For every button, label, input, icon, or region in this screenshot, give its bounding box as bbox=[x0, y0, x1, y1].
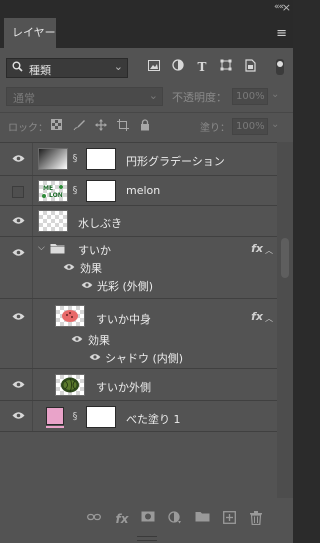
eye-icon[interactable] bbox=[12, 312, 25, 321]
layers-list: § 円形グラデーション ME LON § melon 水しぶき ⌵ すいか fx … bbox=[0, 142, 293, 498]
adjustment-filter-icon[interactable] bbox=[170, 59, 186, 75]
new-adjustment-layer-icon[interactable] bbox=[167, 511, 183, 527]
type-filter-icon[interactable]: T bbox=[194, 59, 210, 75]
layer-filter-row: 種類 ⌄ T bbox=[0, 56, 293, 82]
eye-icon[interactable] bbox=[12, 248, 25, 257]
new-layer-icon[interactable] bbox=[221, 511, 237, 527]
lock-image-pixels-icon[interactable] bbox=[72, 119, 85, 133]
opacity-label: 不透明度： bbox=[172, 91, 227, 104]
blend-mode-select[interactable]: 通常 ⌄ bbox=[6, 87, 163, 106]
layer-name: 円形グラデーション bbox=[126, 155, 225, 168]
effects-label: 効果 bbox=[88, 334, 110, 347]
layer-row[interactable]: すいか中身 fx ︿ 効果 シャドウ (内側) bbox=[0, 298, 277, 368]
folder-icon bbox=[50, 244, 65, 254]
panel-title-bar: «« × bbox=[0, 0, 293, 18]
layer-mask-thumbnail[interactable] bbox=[86, 148, 116, 170]
chevron-down-icon: ⌄ bbox=[113, 60, 123, 73]
opacity-input[interactable]: 100% bbox=[232, 88, 268, 105]
chevron-down-icon[interactable]: ⌄ bbox=[271, 89, 279, 100]
add-mask-icon[interactable] bbox=[140, 511, 156, 527]
lock-all-icon[interactable] bbox=[138, 119, 151, 133]
chevron-up-icon[interactable]: ︿ bbox=[265, 245, 273, 256]
search-icon bbox=[12, 61, 23, 75]
smart-object-filter-icon[interactable] bbox=[242, 59, 258, 75]
fill-color-swatch[interactable] bbox=[46, 407, 64, 425]
link-layers-icon[interactable] bbox=[86, 511, 102, 527]
layer-group-row[interactable]: ⌵ すいか fx ︿ 効果 光彩 (外側) bbox=[0, 236, 277, 298]
add-layer-style-icon[interactable]: fx bbox=[114, 511, 130, 527]
eye-icon[interactable] bbox=[12, 216, 25, 225]
lock-position-icon[interactable] bbox=[94, 119, 107, 133]
eye-icon[interactable] bbox=[63, 263, 75, 271]
chevron-up-icon[interactable]: ︿ bbox=[265, 313, 273, 324]
divider bbox=[0, 112, 293, 113]
eye-icon[interactable] bbox=[12, 154, 25, 163]
eye-icon[interactable] bbox=[12, 411, 25, 420]
eye-icon[interactable] bbox=[81, 281, 93, 289]
link-icon[interactable]: § bbox=[71, 411, 79, 422]
gradient-thumbnail[interactable] bbox=[38, 148, 68, 170]
effect-name: 光彩 (外側) bbox=[97, 280, 154, 293]
lock-label: ロック： bbox=[8, 123, 48, 134]
tab-layers[interactable]: レイヤー bbox=[4, 18, 56, 48]
eye-icon[interactable] bbox=[89, 353, 101, 361]
chevron-down-icon[interactable]: ⌵ bbox=[38, 243, 45, 253]
pattern-thumbnail[interactable]: ME LON bbox=[38, 180, 68, 202]
effects-label: 効果 bbox=[80, 262, 102, 275]
layer-name: 水しぶき bbox=[78, 217, 122, 230]
new-group-icon[interactable] bbox=[194, 511, 210, 527]
layer-thumbnail[interactable] bbox=[38, 210, 68, 232]
layer-name: すいか外側 bbox=[96, 381, 151, 394]
scrollbar[interactable] bbox=[277, 142, 293, 498]
lock-row: ロック： 塗り： 100% ⌄ bbox=[0, 116, 293, 138]
fx-icon[interactable]: fx bbox=[251, 242, 263, 255]
resize-grip[interactable] bbox=[137, 536, 157, 541]
layer-row[interactable]: § べた塗り 1 bbox=[0, 400, 277, 432]
layer-mask-thumbnail[interactable] bbox=[86, 406, 116, 428]
visibility-toggle-off[interactable] bbox=[12, 185, 24, 198]
fx-icon[interactable]: fx bbox=[251, 310, 263, 323]
filter-toggle-switch[interactable] bbox=[276, 59, 284, 75]
layer-name: すいか中身 bbox=[96, 313, 151, 326]
filter-kind-select[interactable]: 種類 ⌄ bbox=[6, 58, 128, 78]
effect-name: シャドウ (内側) bbox=[105, 352, 184, 365]
panel-menu-icon[interactable]: ≡ bbox=[276, 26, 287, 41]
scrollbar-thumb[interactable] bbox=[281, 238, 289, 278]
eye-icon[interactable] bbox=[12, 380, 25, 389]
chevron-down-icon: ⌄ bbox=[148, 89, 158, 102]
layer-name: すいか bbox=[78, 244, 111, 257]
layers-bottom-toolbar: fx bbox=[0, 506, 293, 532]
eye-icon[interactable] bbox=[71, 335, 83, 343]
link-icon[interactable]: § bbox=[71, 153, 79, 164]
layer-row[interactable]: § 円形グラデーション bbox=[0, 142, 277, 175]
filter-kind-label: 種類 bbox=[29, 64, 51, 77]
svg-text:ME: ME bbox=[43, 185, 53, 192]
lock-transparent-pixels-icon[interactable] bbox=[50, 119, 63, 133]
blend-row: 通常 ⌄ 不透明度： 100% ⌄ bbox=[0, 86, 293, 110]
layer-name: melon bbox=[126, 184, 161, 197]
layer-thumbnail[interactable] bbox=[55, 374, 85, 396]
fill-color-underline bbox=[46, 426, 64, 428]
layer-name: べた塗り 1 bbox=[126, 413, 181, 426]
layer-row[interactable]: ME LON § melon bbox=[0, 175, 277, 205]
chevron-down-icon[interactable]: ⌄ bbox=[271, 119, 279, 130]
layer-mask-thumbnail[interactable] bbox=[86, 180, 116, 202]
image-filter-icon[interactable] bbox=[146, 59, 162, 75]
link-icon[interactable]: § bbox=[71, 185, 79, 196]
tab-bar: レイヤー ≡ bbox=[0, 18, 293, 49]
blend-mode-label: 通常 bbox=[13, 92, 35, 105]
delete-layer-icon[interactable] bbox=[248, 511, 264, 527]
close-panel-button[interactable]: × bbox=[282, 1, 291, 14]
shape-filter-icon[interactable] bbox=[218, 59, 234, 75]
svg-text:LON: LON bbox=[49, 192, 63, 199]
fill-input[interactable]: 100% bbox=[232, 118, 268, 135]
layer-thumbnail[interactable] bbox=[55, 305, 85, 327]
lock-artboard-icon[interactable] bbox=[116, 119, 129, 133]
fill-label: 塗り： bbox=[200, 123, 230, 134]
layer-row[interactable]: 水しぶき bbox=[0, 205, 277, 236]
layer-row[interactable]: すいか外側 bbox=[0, 368, 277, 400]
